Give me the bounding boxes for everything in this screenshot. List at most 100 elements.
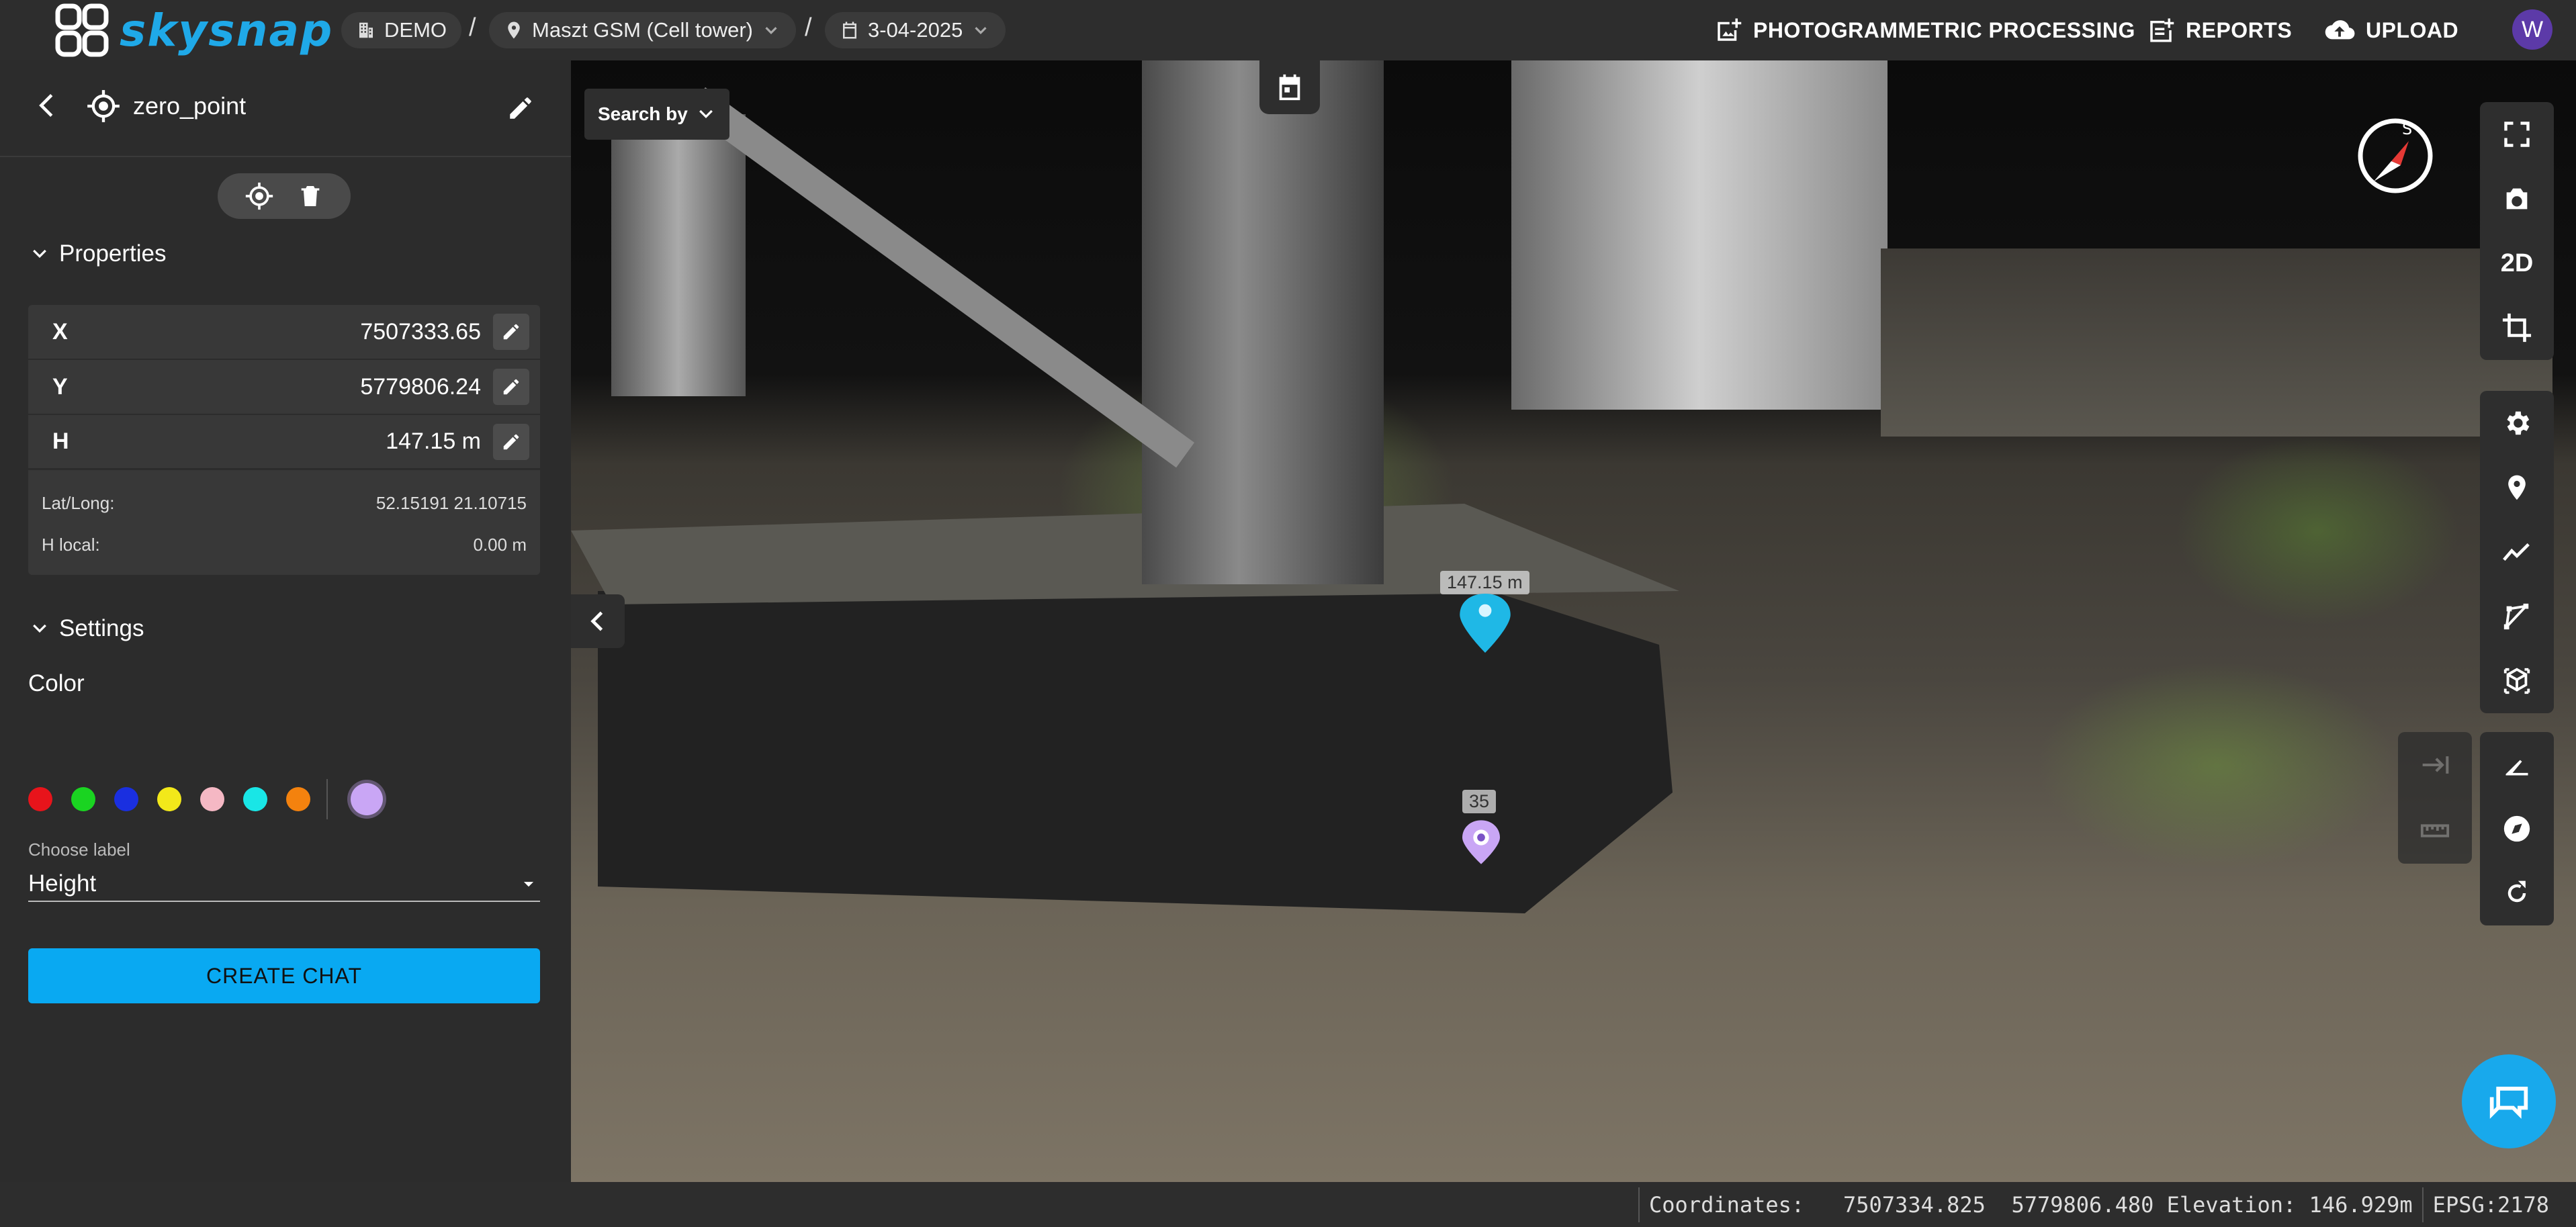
angle-button[interactable] xyxy=(2480,732,2554,797)
marker-number-label: 35 xyxy=(1462,790,1497,813)
color-swatches xyxy=(28,779,383,819)
screenshot-button[interactable] xyxy=(2480,167,2554,231)
breadcrumb-site[interactable]: Maszt GSM (Cell tower) xyxy=(489,12,796,48)
date-picker-button[interactable] xyxy=(1259,60,1320,114)
color-swatch-blue[interactable] xyxy=(114,787,138,811)
hlocal-value: 0.00 m xyxy=(473,534,527,555)
x-value: 7507333.65 xyxy=(360,318,481,345)
properties-title: Properties xyxy=(59,240,167,267)
user-avatar[interactable]: W xyxy=(2512,9,2552,50)
hlocal-label: H local: xyxy=(42,534,100,555)
property-row-h: H 147.15 m xyxy=(28,415,540,470)
back-arrow-icon[interactable] xyxy=(32,90,63,121)
add-point-button[interactable] xyxy=(2480,455,2554,520)
color-swatch-red[interactable] xyxy=(28,787,52,811)
crop-button[interactable] xyxy=(2480,296,2554,360)
fullscreen-button[interactable] xyxy=(2480,102,2554,167)
reports-button[interactable]: REPORTS xyxy=(2147,12,2292,48)
color-label: Color xyxy=(28,670,85,696)
settings-title: Settings xyxy=(59,615,144,641)
collapse-sidebar-button[interactable] xyxy=(571,594,625,648)
property-row-y: Y 5779806.24 xyxy=(28,360,540,415)
navigate-button[interactable] xyxy=(2480,797,2554,861)
profile-button[interactable] xyxy=(2398,732,2472,798)
breadcrumb-date[interactable]: 3-04-2025 xyxy=(825,12,1006,48)
polyline-button[interactable] xyxy=(2480,520,2554,584)
background-steps xyxy=(1881,248,2552,437)
logo-text: skysnap xyxy=(120,4,334,56)
angle-icon xyxy=(2505,760,2528,776)
camera-icon xyxy=(2506,188,2528,210)
color-swatch-orange[interactable] xyxy=(286,787,310,811)
chevron-down-icon xyxy=(975,27,987,34)
reset-view-button[interactable] xyxy=(2480,861,2554,925)
breadcrumb-separator: / xyxy=(805,13,812,42)
concrete-foundation xyxy=(598,591,1673,913)
choose-label-select[interactable]: Choose label Height xyxy=(28,839,540,902)
delete-trash-icon[interactable] xyxy=(297,183,324,210)
point-cloud-viewer[interactable]: Search by S 147.15 m 35 2D xyxy=(571,60,2576,1182)
x-label: X xyxy=(52,318,68,345)
color-swatch-cyan[interactable] xyxy=(243,787,267,811)
search-by-label: Search by xyxy=(598,103,688,124)
tools-toolbar xyxy=(2480,391,2554,713)
top-bar: skysnap DEMO / Maszt GSM (Cell tower) / … xyxy=(0,0,2576,60)
edit-pencil-icon[interactable] xyxy=(506,94,535,122)
chevron-down-icon xyxy=(699,109,713,119)
search-by-button[interactable]: Search by xyxy=(584,89,729,140)
chat-fab-button[interactable] xyxy=(2462,1054,2556,1148)
disabled-toolbar xyxy=(2398,732,2472,864)
color-swatch-green[interactable] xyxy=(71,787,95,811)
location-pin-icon xyxy=(508,21,520,39)
locate-point-icon[interactable] xyxy=(245,181,274,211)
photogrammetric-processing-label: PHOTOGRAMMETRIC PROCESSING xyxy=(1753,17,2135,42)
breadcrumb-date-label: 3-04-2025 xyxy=(868,18,963,42)
selected-color-swatch[interactable] xyxy=(351,783,383,815)
edit-x-button[interactable] xyxy=(493,314,529,350)
coordinate-y: 5779806.480 xyxy=(2011,1191,2154,1218)
skysnap-logo[interactable]: skysnap xyxy=(55,3,333,57)
settings-section-toggle[interactable]: Settings xyxy=(30,615,144,642)
upload-button[interactable]: UPLOAD xyxy=(2324,12,2458,48)
point-marker[interactable] xyxy=(1462,819,1500,865)
target-point-icon xyxy=(87,90,120,122)
reports-label: REPORTS xyxy=(2186,17,2293,42)
status-divider xyxy=(1638,1187,1640,1222)
color-swatch-yellow[interactable] xyxy=(157,787,181,811)
properties-section-toggle[interactable]: Properties xyxy=(30,240,167,267)
settings-button[interactable] xyxy=(2480,391,2554,455)
edit-pencil-icon xyxy=(503,434,519,449)
h-label: H xyxy=(52,428,69,454)
polygon-icon xyxy=(2503,603,2529,630)
view-toolbar: 2D xyxy=(2480,102,2554,360)
left-cabinet xyxy=(611,114,746,396)
breadcrumb-site-label: Maszt GSM (Cell tower) xyxy=(532,18,753,42)
area-button[interactable] xyxy=(2480,584,2554,649)
chevron-down-icon xyxy=(33,249,46,259)
breadcrumb-project[interactable]: DEMO xyxy=(341,12,461,48)
edit-y-button[interactable] xyxy=(493,369,529,405)
upload-label: UPLOAD xyxy=(2366,17,2459,42)
point-name: zero_point xyxy=(133,92,247,120)
ruler-button[interactable] xyxy=(2398,798,2472,864)
color-swatch-pink[interactable] xyxy=(200,787,224,811)
polyline-icon xyxy=(2503,543,2530,561)
dropdown-arrow-icon xyxy=(523,882,534,887)
coordinates-readout: Coordinates: 7507334.825 5779806.480 Ele… xyxy=(1629,1182,2549,1227)
gear-icon xyxy=(2507,411,2530,435)
arrow-to-line-icon xyxy=(2422,756,2449,774)
coordinates-label: Coordinates: xyxy=(1649,1191,1805,1218)
compass-icon[interactable]: S xyxy=(2344,114,2438,208)
status-divider xyxy=(2422,1187,2424,1222)
create-chat-button[interactable]: CREATE CHAT xyxy=(28,948,540,1003)
cloud-upload-icon xyxy=(2325,20,2355,40)
toggle-2d-button[interactable]: 2D xyxy=(2480,231,2554,296)
volume-button[interactable] xyxy=(2480,649,2554,713)
selected-point-marker[interactable] xyxy=(1460,594,1511,653)
cube-icon xyxy=(2503,668,2530,694)
avatar-initial: W xyxy=(2521,16,2544,42)
fullscreen-icon xyxy=(2504,122,2530,147)
edit-h-button[interactable] xyxy=(493,423,529,460)
photogrammetric-processing-button[interactable]: PHOTOGRAMMETRIC PROCESSING xyxy=(1714,12,2135,48)
measure-toolbar xyxy=(2480,732,2554,925)
